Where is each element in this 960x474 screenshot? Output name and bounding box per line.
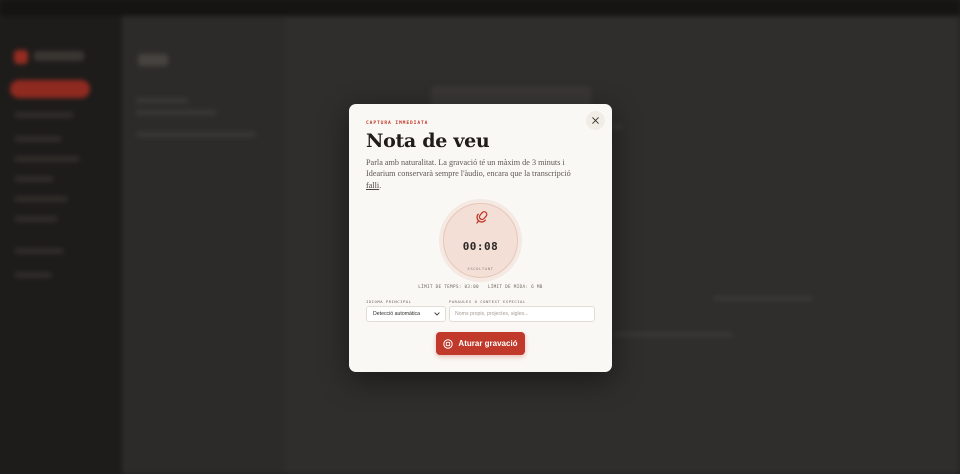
modal-description: Parla amb naturalitat. La gravació té un… — [366, 157, 586, 191]
description-end: . — [379, 180, 382, 190]
language-select-value: Detecció automàtica — [373, 311, 420, 317]
recorder-indicator: 00:08 ESCOLTANT — [443, 203, 518, 278]
chevron-down-icon — [434, 312, 440, 316]
language-label: IDIOMA PRINCIPAL — [366, 299, 412, 304]
recording-timer: 00:08 — [462, 240, 499, 253]
language-select[interactable]: Detecció automàtica — [366, 306, 446, 322]
modal-title: Nota de veu — [366, 130, 490, 152]
stop-icon — [443, 338, 454, 349]
time-limit: LÍMIT DE TEMPS: 03:00 — [418, 285, 479, 290]
microphone-icon — [476, 211, 488, 224]
voice-note-modal: CAPTURA IMMEDIATA Nota de veu Parla amb … — [349, 104, 612, 372]
size-limit: LÍMIT DE MIDA: 6 MB — [487, 285, 543, 290]
stop-recording-label: Aturar gravació — [458, 339, 518, 348]
recording-status: ESCOLTANT — [467, 266, 494, 271]
modal-eyebrow: CAPTURA IMMEDIATA — [366, 121, 429, 126]
recording-limits: LÍMIT DE TEMPS: 03:00 LÍMIT DE MIDA: 6 M… — [349, 285, 612, 290]
description-text: Parla amb naturalitat. La gravació té un… — [366, 158, 571, 179]
close-button[interactable] — [586, 111, 605, 130]
stop-recording-button[interactable]: Aturar gravació — [436, 332, 525, 355]
description-link: falli — [366, 180, 380, 190]
close-icon — [592, 117, 599, 124]
context-label: PARAULES O CONTEXT ESPECIAL — [449, 299, 526, 304]
context-input[interactable] — [449, 306, 595, 322]
